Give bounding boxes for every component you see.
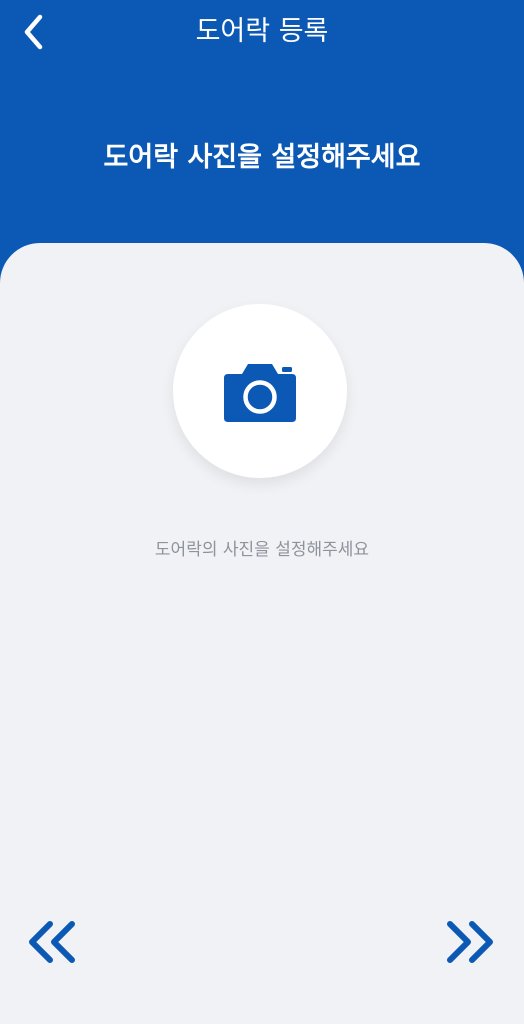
content-panel: 도어락의 사진을 설정해주세요 (0, 243, 524, 1024)
previous-button[interactable] (24, 918, 80, 966)
header: 도어락 등록 도어락 사진을 설정해주세요 (0, 0, 524, 260)
photo-hint-text: 도어락의 사진을 설정해주세요 (154, 540, 370, 560)
double-chevron-left-icon (29, 921, 75, 963)
next-button[interactable] (442, 918, 498, 966)
photo-upload-button[interactable] (173, 304, 347, 478)
camera-icon (224, 364, 296, 422)
double-chevron-right-icon (447, 921, 493, 963)
page-heading: 도어락 사진을 설정해주세요 (103, 142, 421, 173)
page-title: 도어락 등록 (195, 16, 329, 47)
